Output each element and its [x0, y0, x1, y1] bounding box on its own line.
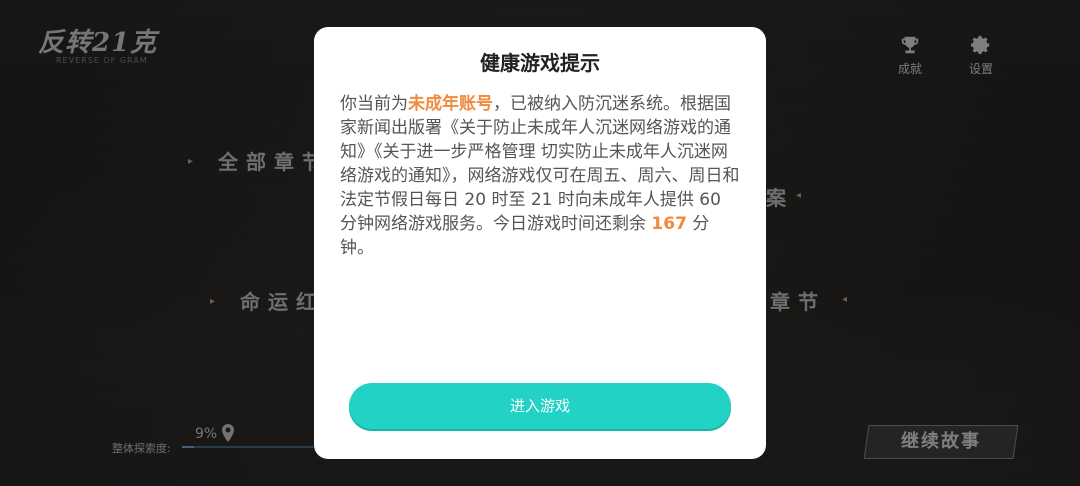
- body-text-part1: 你当前为: [340, 94, 408, 114]
- body-text-part2: ，已被纳入防沉迷系统。根据国家新闻出版署《关于防止未成年人沉迷网络游戏的通知》《…: [340, 94, 740, 234]
- enter-game-button[interactable]: 进入游戏: [349, 383, 731, 429]
- remaining-minutes: 167: [651, 214, 687, 234]
- dialog-body: 你当前为未成年账号，已被纳入防沉迷系统。根据国家新闻出版署《关于防止未成年人沉迷…: [340, 92, 740, 260]
- dialog-title: 健康游戏提示: [480, 51, 600, 75]
- health-notice-dialog: 健康游戏提示 你当前为未成年账号，已被纳入防沉迷系统。根据国家新闻出版署《关于防…: [314, 27, 766, 459]
- minor-account-highlight: 未成年账号: [408, 94, 493, 114]
